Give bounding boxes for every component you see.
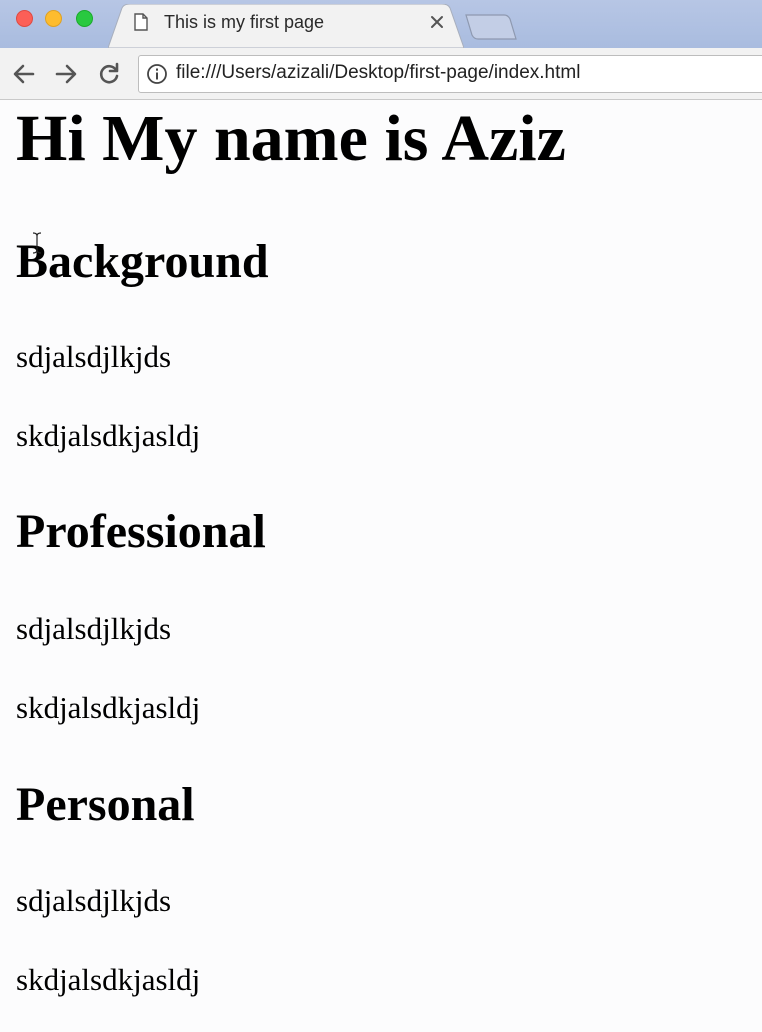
paragraph: sdjalsdjlkjds — [16, 883, 172, 918]
paragraph: skdjalsdkjasldj — [16, 418, 201, 453]
paragraph: sdjalsdjlkjds — [16, 339, 172, 374]
paragraph: skdjalsdkjasldj — [16, 690, 201, 725]
back-arrow-icon[interactable] — [11, 61, 37, 87]
minimize-window-button[interactable] — [45, 10, 62, 27]
section-heading-personal: Personal — [16, 778, 195, 831]
paragraph: sdjalsdjlkjds — [16, 611, 172, 646]
tab-title: This is my first page — [164, 12, 325, 32]
url-text[interactable]: file:///Users/azizali/Desktop/first-page… — [176, 62, 580, 84]
document-icon — [134, 13, 148, 31]
info-icon[interactable] — [146, 63, 168, 85]
text-cursor-icon — [32, 232, 42, 254]
maximize-window-button[interactable] — [76, 10, 93, 27]
forward-arrow-icon[interactable] — [53, 61, 79, 87]
new-tab-button[interactable] — [464, 13, 518, 41]
reload-icon[interactable] — [96, 61, 122, 87]
close-window-button[interactable] — [16, 10, 33, 27]
paragraph: skdjalsdkjasldj — [16, 962, 201, 997]
section-heading-professional: Professional — [16, 505, 266, 558]
page-title: Hi My name is Aziz — [16, 102, 566, 175]
close-icon[interactable] — [428, 13, 446, 31]
section-heading-background: Background — [16, 235, 269, 288]
